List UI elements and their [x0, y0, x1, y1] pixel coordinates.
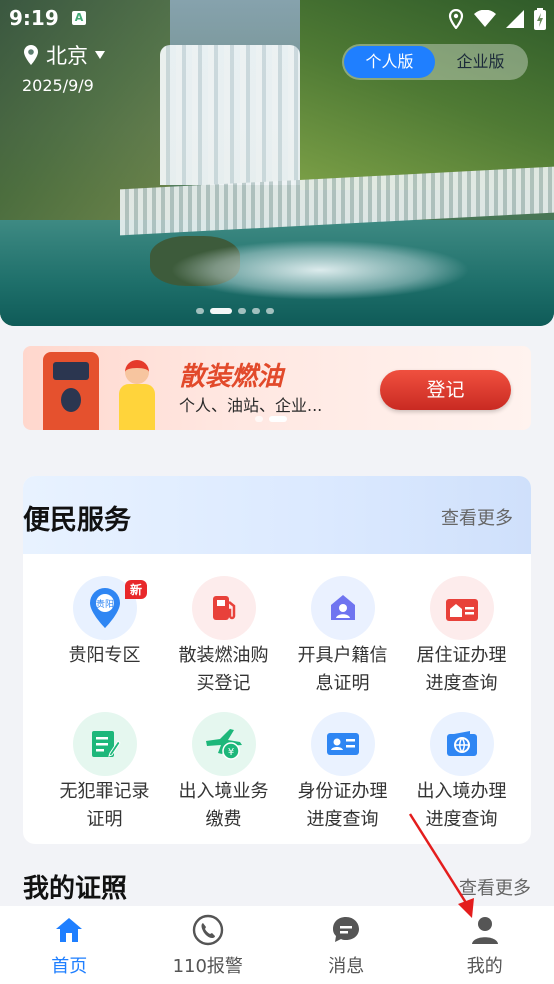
register-button[interactable]: 登记 [380, 370, 511, 410]
service-label: 出入境业务缴费 [178, 781, 269, 830]
hero-pagination [196, 308, 274, 314]
hero-spray [170, 240, 470, 300]
service-residence-permit[interactable]: 居住证办理进度查询 [402, 576, 521, 698]
service-exit-entry-fee[interactable]: ¥ 出入境业务缴费 [164, 712, 283, 834]
worker-illustration [117, 356, 157, 430]
service-label: 散装燃油购买登记 [178, 645, 269, 694]
banner-pagination [255, 416, 287, 422]
service-exit-entry-progress[interactable]: 出入境办理进度查询 [402, 712, 521, 834]
signal-icon [506, 10, 524, 28]
licenses-title: 我的证照 [23, 874, 128, 904]
personal-version-tab[interactable]: 个人版 [344, 46, 435, 78]
banner-subtitle: 个人、油站、企业... [179, 396, 323, 415]
banner-title: 散装燃油 [179, 362, 284, 392]
battery-icon [534, 8, 546, 30]
version-toggle[interactable]: 个人版 企业版 [342, 44, 528, 80]
passport-globe-icon [429, 712, 494, 776]
services-header: 便民服务 查看更多 [23, 476, 531, 554]
service-household-cert[interactable]: 开具户籍信息证明 [283, 576, 402, 698]
person-house-icon [310, 576, 375, 640]
new-badge: 新 [125, 580, 148, 599]
service-label: 出入境办理进度查询 [416, 781, 507, 830]
services-card: 便民服务 查看更多 贵阳 新 贵阳专区 散装燃油购买登记 开具户籍信息证明 居住… [23, 476, 531, 844]
enterprise-version-tab[interactable]: 企业版 [435, 46, 526, 78]
service-id-card-progress[interactable]: 身份证办理进度查询 [283, 712, 402, 834]
chevron-down-icon [95, 51, 105, 59]
svg-text:¥: ¥ [227, 747, 233, 758]
licenses-more-link[interactable]: 查看更多 [459, 874, 531, 900]
nav-110-alarm[interactable]: 110报警 [139, 906, 278, 984]
location-status-icon [448, 9, 464, 29]
service-fuel-register[interactable]: 散装燃油购买登记 [164, 576, 283, 698]
service-label: 贵阳专区 [68, 645, 141, 666]
airplane-yuan-icon: ¥ [191, 712, 256, 776]
city-name: 北京 [46, 44, 88, 68]
status-app-badge: A [72, 11, 86, 25]
fuel-banner[interactable]: 散装燃油 个人、油站、企业... 登记 [23, 346, 531, 430]
current-date: 2025/9/9 [22, 76, 94, 95]
residence-card-icon [429, 576, 494, 640]
location-pin-icon [24, 45, 38, 65]
service-label: 无犯罪记录证明 [59, 781, 150, 830]
status-time: 9:19 [9, 6, 59, 30]
home-icon [56, 918, 83, 942]
service-label: 居住证办理进度查询 [416, 645, 507, 694]
services-title: 便民服务 [23, 505, 131, 536]
wifi-icon [474, 10, 496, 27]
nav-label: 我的 [466, 956, 503, 977]
phone-icon [192, 914, 223, 946]
service-label: 身份证办理进度查询 [297, 781, 388, 830]
bottom-nav: 首页 110报警 消息 我的 [0, 906, 554, 984]
message-icon [333, 917, 360, 942]
service-no-criminal-record[interactable]: 无犯罪记录证明 [45, 712, 164, 834]
document-edit-icon [72, 712, 137, 776]
guiyang-pin-text: 贵阳 [95, 598, 113, 610]
service-guiyang-zone[interactable]: 贵阳 新 贵阳专区 [45, 576, 164, 698]
fuel-pump-illustration [43, 352, 99, 430]
service-label: 开具户籍信息证明 [297, 645, 388, 694]
nav-label: 首页 [51, 956, 88, 977]
services-grid: 贵阳 新 贵阳专区 散装燃油购买登记 开具户籍信息证明 居住证办理进度查询 无犯… [45, 576, 521, 834]
location-selector[interactable]: 北京 2025/9/9 [22, 40, 106, 95]
nav-label: 110报警 [172, 956, 243, 977]
nav-home[interactable]: 首页 [0, 906, 139, 984]
services-more-link[interactable]: 查看更多 [441, 504, 513, 530]
nav-mine[interactable]: 我的 [416, 906, 554, 984]
user-icon [471, 917, 498, 944]
status-bar: 9:19 A [0, 0, 554, 36]
nav-label: 消息 [328, 956, 365, 977]
id-card-icon [310, 712, 375, 776]
hero-waterfall [160, 45, 300, 185]
nav-messages[interactable]: 消息 [277, 906, 416, 984]
fuel-pump-icon [191, 576, 256, 640]
